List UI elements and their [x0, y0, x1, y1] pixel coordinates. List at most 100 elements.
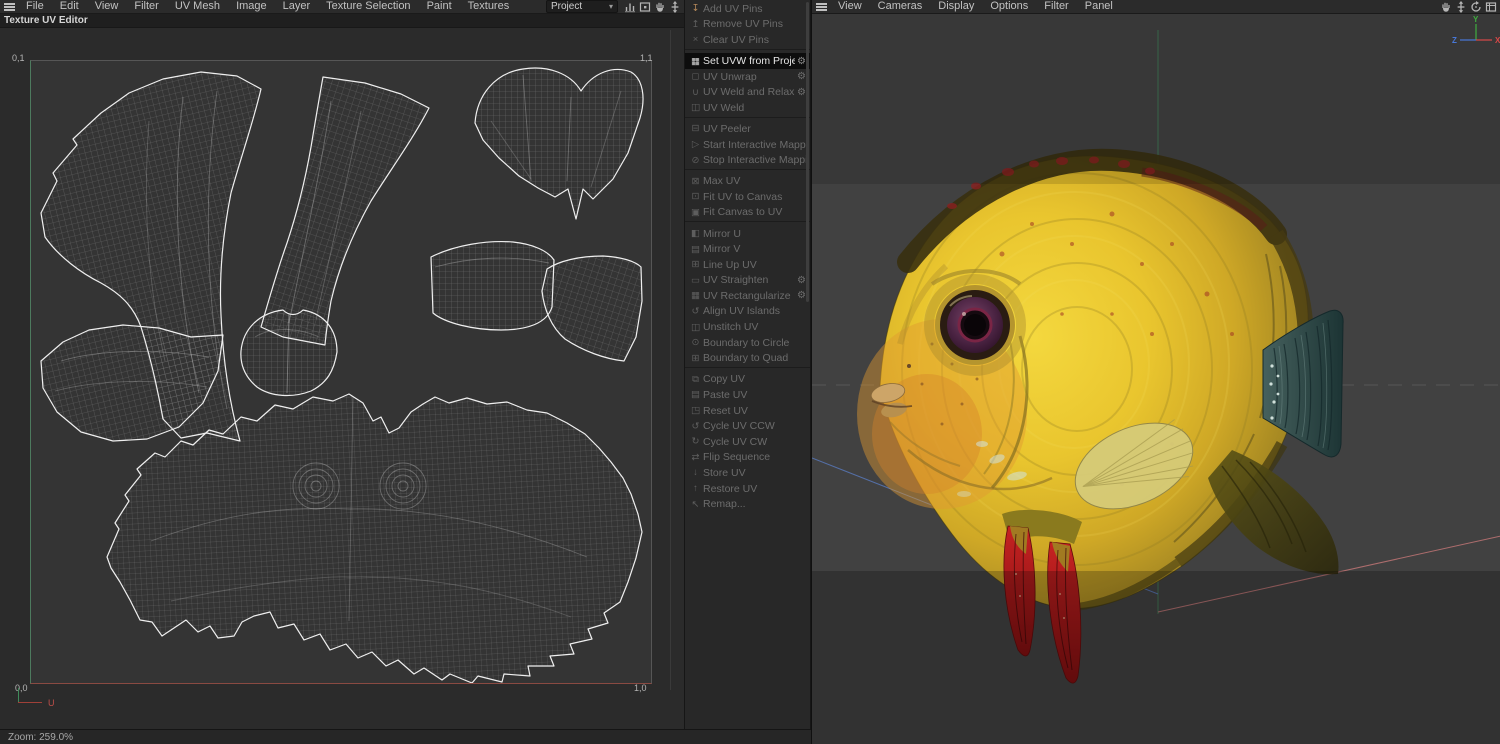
command-label: Remove UV Pins — [703, 18, 783, 31]
command-boundary-to-circle[interactable]: ⊙ Boundary to Circle — [685, 335, 810, 351]
command-cycle-uv-cw[interactable]: ↻ Cycle UV CW — [685, 434, 810, 450]
command-label: Fit Canvas to UV — [703, 206, 783, 219]
axis-y-label: Y — [1473, 15, 1479, 24]
command-label: Store UV — [703, 466, 746, 479]
hand-icon[interactable] — [652, 0, 667, 13]
command-label: Mirror V — [703, 243, 741, 256]
command-label: Flip Sequence — [703, 451, 771, 464]
menu-edit[interactable]: Edit — [52, 0, 87, 13]
command-flip-sequence[interactable]: ⇄ Flip Sequence — [685, 450, 810, 466]
frame-icon[interactable] — [637, 0, 652, 13]
projection-grid-icon: ▦ — [691, 55, 700, 67]
menu-display[interactable]: Display — [930, 0, 982, 13]
uv-canvas-scrollbar[interactable] — [670, 30, 671, 690]
pan-vertical-icon[interactable] — [667, 0, 682, 13]
cycle-cw-icon: ↻ — [691, 436, 700, 448]
menu-image[interactable]: Image — [228, 0, 275, 13]
uv-island-sash — [260, 76, 430, 346]
menu-filter[interactable]: Filter — [1036, 0, 1076, 13]
menu-uv-mesh[interactable]: UV Mesh — [167, 0, 228, 13]
bodypaint-uv-workspace: File Edit View Filter UV Mesh Image Layer Textu… — [0, 0, 1500, 744]
command-uv-weld[interactable]: ◫ UV Weld — [685, 100, 810, 116]
hamburger-menu-icon[interactable] — [812, 0, 830, 13]
command-uv-straighten[interactable]: ▭ UV Straighten ⚙ — [685, 273, 810, 289]
max-uv-icon: ⊠ — [691, 175, 700, 187]
align-islands-icon: ↺ — [691, 305, 700, 317]
command-uv-peeler[interactable]: ⊟ UV Peeler — [685, 121, 810, 137]
command-stop-interactive-mapping[interactable]: ⊘ Stop Interactive Mapping — [685, 152, 810, 168]
command-label: Boundary to Quad — [703, 352, 789, 365]
command-boundary-to-quad[interactable]: ⊞ Boundary to Quad — [685, 350, 810, 366]
command-label: Mirror U — [703, 227, 741, 240]
command-align-uv-islands[interactable]: ↺ Align UV Islands — [685, 304, 810, 320]
menu-cameras[interactable]: Cameras — [870, 0, 931, 13]
command-label: Boundary to Circle — [703, 336, 790, 349]
menu-filter[interactable]: Filter — [126, 0, 166, 13]
fish-eye — [924, 274, 1026, 376]
weld-icon: ◫ — [691, 102, 700, 114]
commands-scrollbar[interactable] — [806, 2, 809, 302]
command-remap[interactable]: ↖ Remap... — [685, 496, 810, 512]
unwrap-icon: ◻ — [691, 71, 700, 83]
menu-paint[interactable]: Paint — [419, 0, 460, 13]
command-fit-canvas-to-uv[interactable]: ▣ Fit Canvas to UV — [685, 205, 810, 221]
command-label: Cycle UV CW — [703, 435, 768, 448]
command-max-uv[interactable]: ⊠ Max UV — [685, 173, 810, 189]
command-reset-uv[interactable]: ◳ Reset UV — [685, 403, 810, 419]
menu-file[interactable]: File — [18, 0, 52, 13]
viewport-3d[interactable]: Y Z X — [812, 14, 1500, 744]
histogram-icon[interactable] — [622, 0, 637, 13]
command-restore-uv[interactable]: ↑ Restore UV — [685, 481, 810, 497]
command-set-uvw-from-projection[interactable]: ▦Set UVW from Projection⚙ — [685, 53, 810, 69]
command-mirror-u[interactable]: ◧ Mirror U — [685, 226, 810, 242]
command-uv-unwrap[interactable]: ◻ UV Unwrap ⚙ — [685, 69, 810, 85]
command-label: Add UV Pins — [703, 2, 763, 15]
command-label: UV Rectangularize — [703, 289, 791, 302]
command-copy-uv[interactable]: ⧉ Copy UV — [685, 372, 810, 388]
uv-island-quad-a — [430, 241, 555, 331]
command-remove-uv-pins[interactable]: ↥ Remove UV Pins — [685, 17, 810, 33]
texture-uv-editor-panel: File Edit View Filter UV Mesh Image Layer Textu… — [0, 0, 684, 744]
command-label: Paste UV — [703, 388, 748, 401]
peeler-icon: ⊟ — [691, 123, 700, 135]
command-uv-rectangularize[interactable]: ▦ UV Rectangularize ⚙ — [685, 288, 810, 304]
panel-icon[interactable] — [1483, 0, 1498, 13]
fit-canvas-uv-icon: ▣ — [691, 206, 700, 218]
menu-texture-selection[interactable]: Texture Selection — [318, 0, 418, 13]
command-cycle-uv-ccw[interactable]: ↺ Cycle UV CCW — [685, 418, 810, 434]
uv-editor-menubar: File Edit View Filter UV Mesh Image Layer Textu… — [0, 0, 684, 14]
command-add-uv-pins[interactable]: ↧ Add UV Pins — [685, 1, 810, 17]
command-store-uv[interactable]: ↓ Store UV — [685, 465, 810, 481]
menu-options[interactable]: Options — [982, 0, 1036, 13]
uv-islands — [40, 67, 644, 684]
straighten-icon: ▭ — [691, 274, 700, 286]
pin-add-icon: ↧ — [691, 3, 700, 15]
menu-view[interactable]: View — [87, 0, 127, 13]
menu-layer[interactable]: Layer — [275, 0, 319, 13]
command-mirror-v[interactable]: ▤ Mirror V — [685, 241, 810, 257]
command-label: Cycle UV CCW — [703, 420, 775, 433]
cycle-ccw-icon: ↺ — [691, 420, 700, 432]
store-icon: ↓ — [693, 467, 698, 479]
menu-panel[interactable]: Panel — [1077, 0, 1121, 13]
restore-icon: ↑ — [693, 483, 698, 495]
menu-view[interactable]: View — [830, 0, 870, 13]
fit-uv-canvas-icon: ⊡ — [691, 191, 700, 203]
rotate-icon[interactable] — [1468, 0, 1483, 13]
command-start-interactive-mapping[interactable]: ▷Start Interactive Mapping — [685, 137, 810, 153]
command-uv-weld-and-relax[interactable]: ∪ UV Weld and Relax ⚙ — [685, 84, 810, 100]
weld-relax-icon: ∪ — [692, 86, 699, 98]
command-clear-uv-pins[interactable]: × Clear UV Pins — [685, 32, 810, 48]
hamburger-menu-icon[interactable] — [0, 0, 18, 13]
pan-vertical-icon[interactable] — [1453, 0, 1468, 13]
rectangularize-icon: ▦ — [691, 290, 700, 302]
hand-icon[interactable] — [1438, 0, 1453, 13]
command-unstitch-uv[interactable]: ◫ Unstitch UV — [685, 319, 810, 335]
menu-textures[interactable]: Textures — [460, 0, 518, 13]
uv-canvas[interactable] — [30, 60, 652, 684]
command-line-up-uv[interactable]: ⊞ Line Up UV — [685, 257, 810, 273]
mirror-u-icon: ◧ — [691, 228, 700, 240]
project-dropdown[interactable]: Project ▾ — [546, 0, 618, 13]
command-fit-uv-to-canvas[interactable]: ⊡ Fit UV to Canvas — [685, 189, 810, 205]
command-paste-uv[interactable]: ▤ Paste UV — [685, 387, 810, 403]
